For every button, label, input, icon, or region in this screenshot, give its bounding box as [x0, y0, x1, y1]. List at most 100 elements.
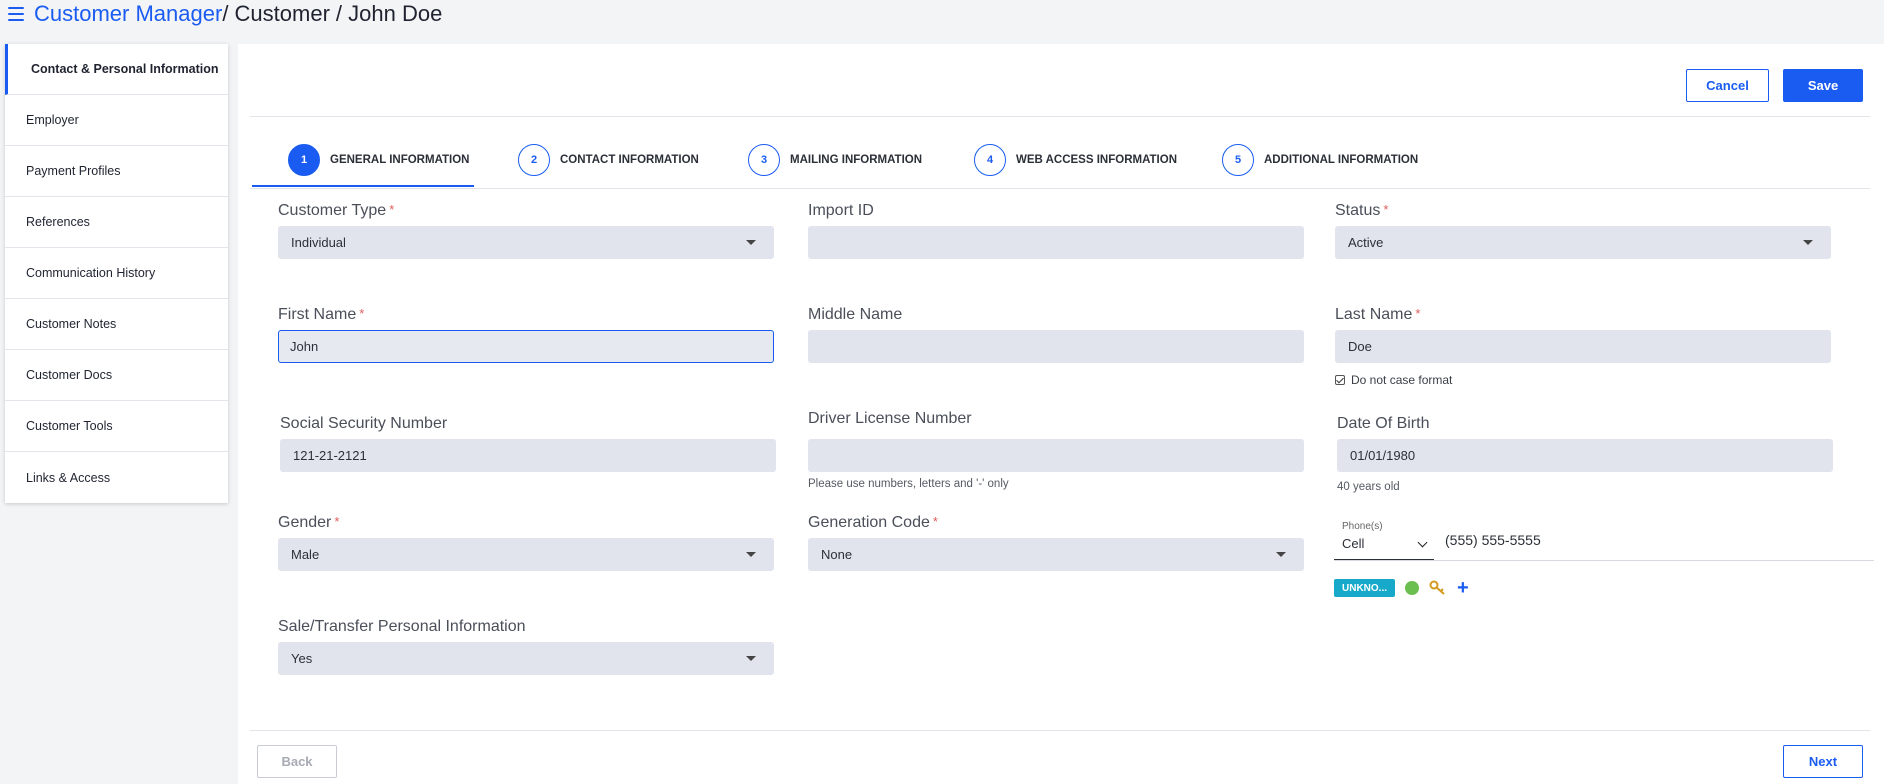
generation-code-field: Generation Code * None — [808, 514, 1304, 571]
status-field: Status * Active — [1335, 202, 1831, 259]
case-format-label: Do not case format — [1351, 373, 1453, 387]
main-panel: Cancel Save 1 GENERAL INFORMATION 2 CONT… — [238, 44, 1884, 784]
step-additional-information[interactable]: 5 ADDITIONAL INFORMATION — [1222, 132, 1418, 188]
status-dot-icon[interactable] — [1405, 581, 1419, 595]
cancel-button[interactable]: Cancel — [1686, 69, 1769, 102]
step-web-access-information[interactable]: 4 WEB ACCESS INFORMATION — [974, 132, 1177, 188]
driver-license-field: Driver License Number Please use numbers… — [808, 410, 1304, 490]
sidebar-item-communication-history[interactable]: Communication History — [5, 248, 228, 299]
generation-code-select[interactable]: None — [808, 538, 1304, 571]
step-number: 2 — [518, 144, 550, 176]
sidebar-item-label: Customer Docs — [26, 368, 113, 382]
first-name-field: First Name * John — [278, 306, 774, 363]
sidebar: Contact & Personal Information Employer … — [5, 44, 228, 503]
step-number: 3 — [748, 144, 780, 176]
caret-down-icon — [746, 240, 756, 245]
customer-type-select[interactable]: Individual — [278, 226, 774, 259]
phone-status-badge[interactable]: UNKNO... — [1334, 579, 1395, 597]
driver-license-hint: Please use numbers, letters and '-' only — [808, 478, 1009, 490]
phone-number-input[interactable]: (555) 555-5555 — [1445, 532, 1541, 548]
phone-actions: UNKNO... + — [1334, 578, 1874, 598]
caret-down-icon — [1276, 552, 1286, 557]
field-label: Generation Code * — [808, 514, 938, 531]
first-name-input[interactable]: John — [278, 330, 774, 363]
phone-type-select[interactable]: Phone(s) Cell — [1334, 519, 1434, 560]
sidebar-item-customer-notes[interactable]: Customer Notes — [5, 299, 228, 350]
caret-down-icon — [746, 552, 756, 557]
sale-transfer-select[interactable]: Yes — [278, 642, 774, 675]
steps-divider — [250, 188, 1870, 189]
driver-license-input[interactable] — [808, 439, 1304, 472]
middle-name-input[interactable] — [808, 330, 1304, 363]
step-general-information[interactable]: 1 GENERAL INFORMATION — [288, 132, 470, 188]
sidebar-item-references[interactable]: References — [5, 197, 228, 248]
caret-down-icon — [1803, 240, 1813, 245]
phone-mini-label: Phone(s) — [1342, 521, 1383, 532]
gender-field: Gender * Male — [278, 514, 774, 571]
sidebar-item-employer[interactable]: Employer — [5, 95, 228, 146]
import-id-input[interactable] — [808, 226, 1304, 259]
sidebar-item-label: Employer — [26, 113, 79, 127]
dob-field: Date Of Birth 01/01/1980 40 years old — [1337, 415, 1833, 493]
sidebar-item-label: Payment Profiles — [26, 164, 121, 178]
phone-row: Phone(s) Cell (555) 555-5555 — [1334, 520, 1874, 561]
breadcrumb-customer-name: / John Doe — [335, 1, 443, 26]
key-icon[interactable] — [1429, 580, 1447, 596]
save-button[interactable]: Save — [1783, 69, 1863, 102]
ssn-input[interactable]: 121-21-2121 — [280, 439, 776, 472]
import-id-field: Import ID — [808, 202, 1304, 259]
field-label: Last Name * — [1335, 306, 1421, 323]
sidebar-item-payment-profiles[interactable]: Payment Profiles — [5, 146, 228, 197]
sidebar-item-label: Links & Access — [26, 470, 111, 485]
sidebar-item-links-access[interactable]: Links & Access — [5, 452, 228, 503]
field-label: Sale/Transfer Personal Information — [278, 618, 526, 635]
field-label: Import ID — [808, 202, 874, 219]
middle-name-field: Middle Name — [808, 306, 1304, 363]
field-label: Middle Name — [808, 306, 903, 323]
breadcrumb: Customer Manager / Customer / John Doe — [0, 0, 442, 28]
step-number: 4 — [974, 144, 1006, 176]
field-label: Customer Type * — [278, 202, 395, 219]
age-hint: 40 years old — [1337, 481, 1400, 493]
add-phone-icon[interactable]: + — [1457, 578, 1469, 598]
field-label: Social Security Number — [280, 415, 448, 432]
sidebar-item-label: Customer Notes — [26, 317, 117, 331]
dob-input[interactable]: 01/01/1980 — [1337, 439, 1833, 472]
phone-block: Phone(s) Cell (555) 555-5555 UNKNO... + — [1334, 520, 1874, 598]
step-mailing-information[interactable]: 3 MAILING INFORMATION — [748, 132, 922, 188]
active-step-underline — [252, 185, 474, 187]
breadcrumb-root-link[interactable]: Customer Manager — [34, 1, 222, 27]
field-label: Gender * — [278, 514, 340, 531]
hamburger-menu-icon[interactable] — [4, 2, 28, 26]
wizard-steps: 1 GENERAL INFORMATION 2 CONTACT INFORMAT… — [252, 132, 1872, 188]
field-label: Date Of Birth — [1337, 415, 1430, 432]
field-label: First Name * — [278, 306, 365, 323]
step-number: 1 — [288, 144, 320, 176]
step-contact-information[interactable]: 2 CONTACT INFORMATION — [518, 132, 699, 188]
sidebar-item-label: References — [26, 215, 90, 229]
step-label: GENERAL INFORMATION — [330, 154, 470, 166]
customer-type-field: Customer Type * Individual — [278, 202, 774, 259]
sidebar-item-label: Communication History — [26, 266, 156, 280]
field-label: Status * — [1335, 202, 1389, 219]
step-label: ADDITIONAL INFORMATION — [1264, 154, 1419, 166]
sidebar-item-label: Contact & Personal Information — [31, 62, 219, 76]
checkbox-checked-icon[interactable] — [1335, 375, 1345, 385]
case-format-checkbox-row[interactable]: Do not case format — [1335, 373, 1831, 387]
back-button[interactable]: Back — [257, 745, 337, 778]
ssn-field: Social Security Number 121-21-2121 — [280, 415, 776, 472]
next-button[interactable]: Next — [1783, 745, 1863, 778]
sidebar-item-customer-docs[interactable]: Customer Docs — [5, 350, 228, 401]
sidebar-item-label: Customer Tools — [26, 419, 113, 433]
field-label: Driver License Number — [808, 410, 972, 427]
step-label: CONTACT INFORMATION — [560, 154, 699, 166]
sidebar-item-contact-personal[interactable]: Contact & Personal Information — [5, 44, 228, 95]
last-name-input[interactable]: Doe — [1335, 330, 1831, 363]
step-label: WEB ACCESS INFORMATION — [1016, 154, 1177, 166]
last-name-field: Last Name * Doe Do not case format — [1335, 306, 1831, 387]
gender-select[interactable]: Male — [278, 538, 774, 571]
sidebar-item-customer-tools[interactable]: Customer Tools — [5, 401, 228, 452]
step-number: 5 — [1222, 144, 1254, 176]
status-select[interactable]: Active — [1335, 226, 1831, 259]
sale-transfer-field: Sale/Transfer Personal Information Yes — [278, 618, 774, 675]
